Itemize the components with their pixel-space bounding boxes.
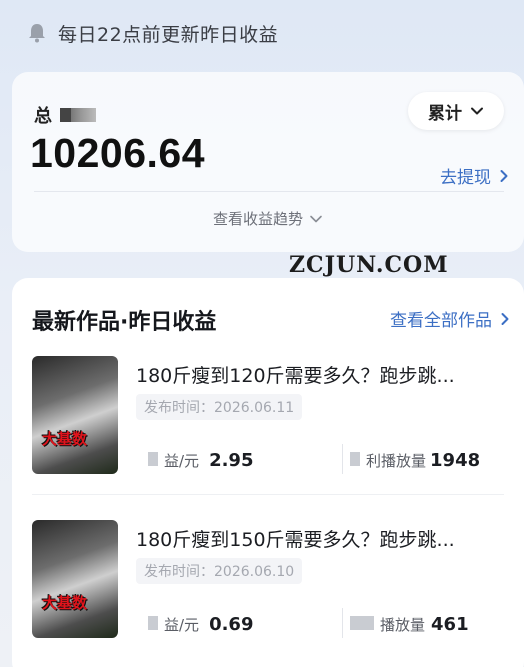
total-amount: 10206.64 <box>30 130 206 176</box>
work-title: 180斤瘦到150斤需要多久？跑步跳... <box>136 529 455 551</box>
publish-date: 发布时间：2026.06.11 <box>136 394 303 420</box>
plays-label: 播放量 <box>380 616 426 634</box>
publish-date: 发布时间：2026.06.10 <box>136 558 303 584</box>
plays-value: 1948 <box>430 450 481 471</box>
work-thumbnail[interactable]: 大基数 <box>32 356 118 474</box>
metric-separator <box>342 608 343 638</box>
chevron-right-icon <box>501 312 509 325</box>
period-label: 累计 <box>428 103 462 124</box>
masked-text <box>350 616 374 630</box>
thumbnail-tag: 大基数 <box>42 594 88 612</box>
income-label: 益/元 <box>164 452 200 470</box>
masked-text <box>350 452 360 466</box>
plays-metric: 利播放量 1948 <box>350 450 480 471</box>
thumbnail-tag: 大基数 <box>42 430 88 448</box>
income-metric: 益/元 2.95 <box>148 450 253 471</box>
latest-works-card: 最新作品·昨日收益 查看全部作品 大基数 180斤瘦到120斤需要多久？跑步跳.… <box>12 278 524 667</box>
plays-value: 461 <box>431 614 469 635</box>
income-value: 2.95 <box>209 450 254 471</box>
masked-text <box>148 616 158 630</box>
works-title: 最新作品·昨日收益 <box>32 310 217 335</box>
notice-banner: 每日22点前更新昨日收益 <box>0 0 524 66</box>
work-title: 180斤瘦到120斤需要多久？跑步跳... <box>136 365 455 387</box>
bell-icon <box>29 24 45 43</box>
item-divider <box>32 494 504 495</box>
earnings-summary-card: 总 累计 10206.64 去提现 查看收益趋势 <box>12 72 524 252</box>
period-select-button[interactable]: 累计 <box>408 92 504 130</box>
withdraw-label: 去提现 <box>440 168 491 188</box>
metric-separator <box>342 444 343 474</box>
withdraw-link[interactable]: 去提现 <box>440 163 511 188</box>
view-all-label: 查看全部作品 <box>390 311 492 331</box>
chevron-down-icon <box>310 215 322 222</box>
chevron-down-icon <box>471 107 483 115</box>
plays-metric: 播放量 461 <box>350 614 469 635</box>
divider <box>34 191 504 192</box>
income-label: 益/元 <box>164 616 200 634</box>
masked-text <box>60 108 96 122</box>
view-all-works-link[interactable]: 查看全部作品 <box>390 306 512 331</box>
watermark: ZCJUN.COM <box>289 252 449 278</box>
total-row: 总 <box>34 102 96 128</box>
chevron-right-icon <box>500 169 508 182</box>
plays-label: 利播放量 <box>366 452 427 470</box>
masked-text <box>148 452 158 466</box>
income-metric: 益/元 0.69 <box>148 614 253 635</box>
work-item[interactable]: 大基数 180斤瘦到150斤需要多久？跑步跳... 发布时间：2026.06.1… <box>12 520 524 650</box>
notice-text: 每日22点前更新昨日收益 <box>58 23 279 46</box>
work-item[interactable]: 大基数 180斤瘦到120斤需要多久？跑步跳... 发布时间：2026.06.1… <box>12 356 524 495</box>
trend-label: 查看收益趋势 <box>212 210 303 228</box>
total-label: 总 <box>34 106 52 127</box>
income-value: 0.69 <box>209 614 254 635</box>
view-trend-link[interactable]: 查看收益趋势 <box>12 208 524 229</box>
work-thumbnail[interactable]: 大基数 <box>32 520 118 638</box>
